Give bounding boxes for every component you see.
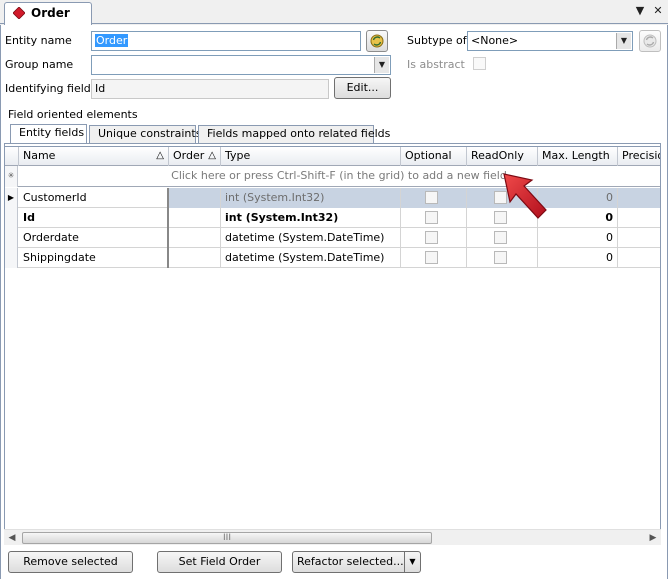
- row-selector[interactable]: [5, 228, 18, 248]
- scroll-right-icon[interactable]: ▶: [645, 530, 661, 546]
- sort-icon: △: [156, 150, 164, 161]
- cell-precision[interactable]: [618, 228, 660, 248]
- identifying-fields-label: Identifying fields: [5, 82, 97, 95]
- tab-fields-mapped[interactable]: Fields mapped onto related fields: [198, 125, 390, 143]
- cell-name[interactable]: Id: [19, 208, 169, 228]
- table-row[interactable]: Id int (System.Int32) 0: [5, 208, 660, 228]
- column-header-order[interactable]: Order △: [169, 147, 221, 166]
- refresh-icon: [370, 34, 384, 48]
- new-row-marker-icon: ✳: [5, 166, 18, 187]
- table-row[interactable]: ▶ CustomerId int (System.Int32) 0: [5, 188, 660, 208]
- cell-optional[interactable]: [401, 248, 467, 268]
- group-name-combo[interactable]: ▼: [91, 55, 391, 75]
- group-name-label: Group name: [5, 58, 74, 71]
- entity-name-input[interactable]: Order: [91, 31, 361, 51]
- scroll-left-icon[interactable]: ◀: [4, 530, 20, 546]
- refresh-entity-name-button[interactable]: [366, 30, 388, 52]
- optional-checkbox[interactable]: [425, 231, 438, 244]
- pin-dropdown-icon[interactable]: ▼: [634, 4, 646, 18]
- cell-max-length[interactable]: 0: [538, 248, 618, 268]
- column-header-readonly[interactable]: ReadOnly: [467, 147, 538, 166]
- header-corner: [5, 147, 19, 166]
- cell-max-length[interactable]: 0: [538, 228, 618, 248]
- column-header-optional[interactable]: Optional: [401, 147, 467, 166]
- grid-header: Name △ Order △ Type Optional ReadOnly Max.…: [5, 147, 660, 166]
- identifying-fields-field: Id: [91, 79, 329, 99]
- column-header-name[interactable]: Name △: [19, 147, 169, 166]
- readonly-checkbox[interactable]: [493, 251, 507, 264]
- tab-unique-constraints[interactable]: Unique constraints: [89, 125, 201, 143]
- sort-icon: △: [208, 150, 216, 161]
- cell-optional[interactable]: [401, 228, 467, 248]
- refresh-subtype-button[interactable]: [639, 30, 661, 52]
- edit-button[interactable]: Edit...: [334, 77, 391, 99]
- cell-optional[interactable]: [401, 188, 467, 208]
- subtype-of-select[interactable]: <None> ▼: [467, 31, 633, 51]
- entity-name-value: Order: [95, 34, 129, 47]
- column-header-max-length[interactable]: Max. Length: [538, 147, 618, 166]
- identifying-fields-value: Id: [95, 82, 106, 95]
- pointer-arrow-icon: [503, 173, 547, 219]
- row-selector[interactable]: [5, 248, 18, 268]
- tab-label: Fields mapped onto related fields: [207, 127, 391, 140]
- document-tab-order[interactable]: Order: [4, 2, 92, 25]
- readonly-checkbox[interactable]: [493, 231, 507, 244]
- refactor-dropdown-icon[interactable]: ▼: [404, 551, 421, 573]
- grid-horizontal-scrollbar[interactable]: ◀ III ▶: [4, 529, 661, 545]
- subtype-of-label: Subtype of: [407, 34, 467, 47]
- cell-type[interactable]: int (System.Int32): [221, 188, 401, 208]
- cell-precision[interactable]: [618, 208, 660, 228]
- entity-name-label: Entity name: [5, 34, 72, 47]
- cell-name[interactable]: CustomerId: [19, 188, 169, 208]
- is-abstract-label: Is abstract: [407, 58, 465, 71]
- cell-readonly[interactable]: [467, 248, 538, 268]
- cell-name[interactable]: Shippingdate: [19, 248, 169, 268]
- chevron-down-icon[interactable]: ▼: [616, 33, 631, 49]
- optional-checkbox[interactable]: [425, 251, 438, 264]
- cell-name[interactable]: Orderdate: [19, 228, 169, 248]
- cell-order[interactable]: [169, 228, 221, 248]
- cell-type[interactable]: datetime (System.DateTime): [221, 228, 401, 248]
- column-header-precision[interactable]: Precisio: [618, 147, 660, 166]
- chevron-down-icon[interactable]: ▼: [374, 57, 389, 73]
- row-selector[interactable]: [5, 208, 18, 228]
- remove-selected-button[interactable]: Remove selected: [8, 551, 133, 573]
- cell-readonly[interactable]: [467, 228, 538, 248]
- cell-precision[interactable]: [618, 188, 660, 208]
- tab-label: Unique constraints: [98, 127, 202, 140]
- cell-type[interactable]: datetime (System.DateTime): [221, 248, 401, 268]
- row-selector[interactable]: ▶: [5, 188, 18, 208]
- section-label: Field oriented elements: [8, 108, 138, 121]
- entity-icon: [13, 7, 25, 19]
- cell-optional[interactable]: [401, 208, 467, 228]
- fields-grid[interactable]: Name △ Order △ Type Optional ReadOnly Max.…: [4, 146, 661, 543]
- new-field-row[interactable]: ✳ Click here or press Ctrl-Shift-F (in t…: [5, 166, 660, 187]
- tab-entity-fields[interactable]: Entity fields: [10, 124, 87, 143]
- document-tabstrip: Order ▼ ✕: [0, 0, 668, 25]
- set-field-order-button[interactable]: Set Field Order: [157, 551, 282, 573]
- subtype-of-value: <None>: [471, 34, 519, 47]
- new-field-hint: Click here or press Ctrl-Shift-F (in the…: [171, 169, 507, 182]
- cell-type[interactable]: int (System.Int32): [221, 208, 401, 228]
- table-row[interactable]: Shippingdate datetime (System.DateTime) 0: [5, 248, 660, 268]
- column-header-type[interactable]: Type: [221, 147, 401, 166]
- table-row[interactable]: Orderdate datetime (System.DateTime) 0: [5, 228, 660, 248]
- cell-order[interactable]: [169, 208, 221, 228]
- cell-precision[interactable]: [618, 248, 660, 268]
- tab-label: Entity fields: [19, 126, 85, 139]
- cell-order[interactable]: [169, 248, 221, 268]
- is-abstract-checkbox[interactable]: [473, 57, 486, 70]
- scrollbar-thumb[interactable]: III: [22, 532, 432, 544]
- refactor-selected-button[interactable]: Refactor selected...: [292, 551, 405, 573]
- cell-order[interactable]: [169, 188, 221, 208]
- close-icon[interactable]: ✕: [652, 4, 664, 18]
- optional-checkbox[interactable]: [425, 191, 438, 204]
- optional-checkbox[interactable]: [425, 211, 438, 224]
- document-tab-label: Order: [31, 6, 70, 20]
- grip-icon: III: [223, 533, 231, 543]
- refresh-icon: [643, 34, 657, 48]
